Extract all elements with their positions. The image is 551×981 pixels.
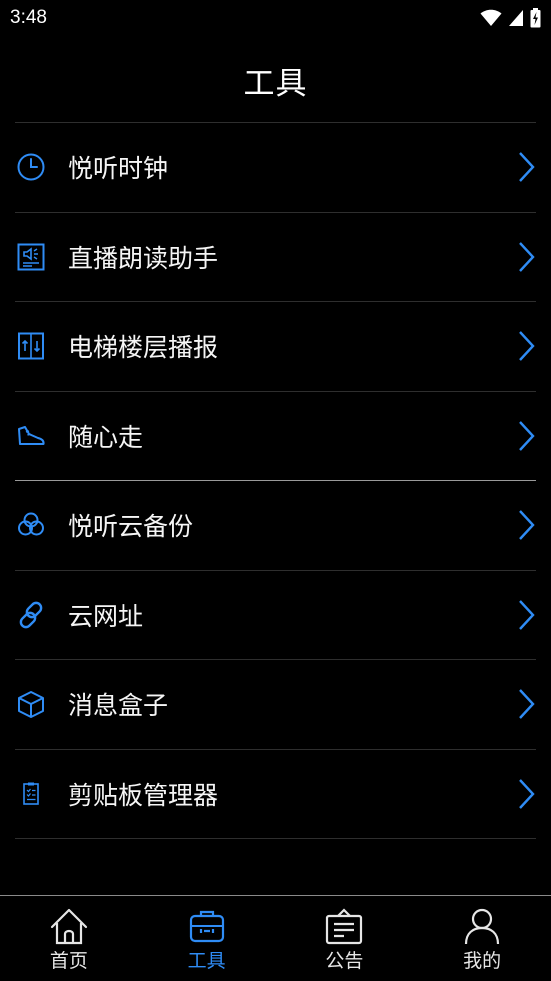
link-icon [15, 599, 47, 631]
status-icons [480, 7, 541, 29]
tool-label: 直播朗读助手 [68, 243, 219, 273]
elevator-icon [15, 330, 47, 362]
nav-tab-home[interactable]: 首页 [0, 896, 138, 981]
tool-item-elevator[interactable]: 电梯楼层播报 [15, 302, 536, 392]
tool-item-clipboard[interactable]: 剪贴板管理器 [15, 750, 536, 839]
cloud-backup-icon [15, 509, 47, 541]
chevron-right-icon [519, 689, 535, 720]
status-bar: 3:48 [0, 0, 551, 40]
toolbox-icon [189, 910, 224, 943]
status-time: 3:48 [10, 7, 47, 28]
notice-icon [326, 908, 363, 945]
signal-icon [509, 10, 523, 26]
chevron-right-icon [519, 331, 535, 362]
chevron-right-icon [519, 152, 535, 183]
tool-item-message-box[interactable]: 消息盒子 [15, 660, 536, 750]
nav-label: 公告 [325, 950, 364, 972]
clipboard-icon [15, 778, 47, 810]
home-icon [50, 908, 87, 945]
chevron-right-icon [519, 241, 535, 272]
tool-label: 悦听时钟 [68, 154, 169, 184]
clock-icon [15, 151, 47, 183]
nav-tab-tools[interactable]: 工具 [138, 896, 276, 981]
nav-label: 工具 [187, 950, 226, 972]
wifi-icon [480, 9, 502, 26]
nav-label: 我的 [463, 950, 502, 972]
tool-list: 悦听时钟 直播朗读助手 电梯楼层播报 随心走 悦听云备份 云网址 消息盒子 剪贴… [15, 122, 536, 839]
profile-icon [465, 908, 500, 945]
tool-item-live-reader[interactable]: 直播朗读助手 [15, 213, 536, 302]
tool-item-clock[interactable]: 悦听时钟 [15, 123, 536, 213]
box-icon [15, 688, 47, 720]
sneaker-icon [15, 420, 47, 452]
tool-item-cloud-url[interactable]: 云网址 [15, 571, 536, 660]
tool-item-walk[interactable]: 随心走 [15, 392, 536, 481]
tool-label: 云网址 [68, 601, 144, 631]
chevron-right-icon [519, 599, 535, 630]
tool-label: 消息盒子 [68, 691, 169, 721]
chevron-right-icon [519, 420, 535, 451]
chevron-right-icon [519, 778, 535, 809]
battery-icon [530, 8, 541, 28]
tool-item-cloud-backup[interactable]: 悦听云备份 [15, 481, 536, 571]
bottom-nav: 首页 工具 公告 我的 [0, 895, 551, 981]
nav-tab-profile[interactable]: 我的 [413, 896, 551, 981]
nav-tab-notice[interactable]: 公告 [276, 896, 414, 981]
tool-label: 悦听云备份 [68, 512, 194, 542]
tool-label: 随心走 [68, 422, 144, 452]
live-speaker-icon [15, 241, 47, 273]
tool-label: 剪贴板管理器 [68, 780, 219, 810]
chevron-right-icon [519, 510, 535, 541]
nav-label: 首页 [49, 950, 88, 972]
page-title: 工具 [243, 66, 308, 102]
tool-label: 电梯楼层播报 [68, 333, 219, 363]
tools-screen: 3:48 工具 悦听时钟 直播朗读助手 电梯楼层播报 随心走 悦听云备份 云网址… [0, 0, 551, 981]
